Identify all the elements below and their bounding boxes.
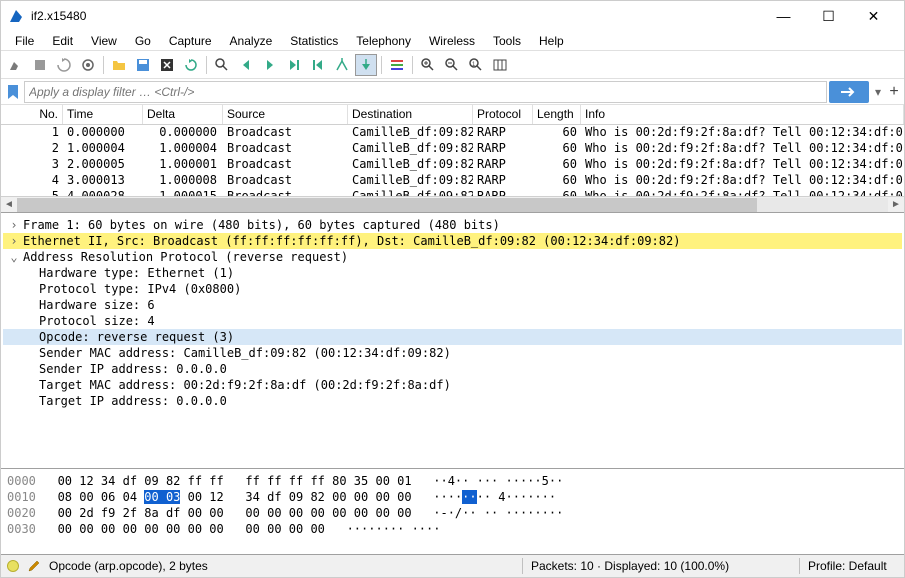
col-header-destination[interactable]: Destination (348, 105, 473, 124)
expert-info-icon[interactable] (7, 560, 19, 572)
apply-filter-button[interactable] (829, 81, 869, 103)
detail-field[interactable]: Target IP address: 0.0.0.0 (3, 393, 902, 409)
packet-list: No. Time Delta Source Destination Protoc… (1, 105, 904, 213)
goto-packet-icon[interactable] (283, 54, 305, 76)
menu-go[interactable]: Go (127, 32, 159, 50)
detail-field[interactable]: Sender MAC address: CamilleB_df:09:82 (0… (3, 345, 902, 361)
statusbar: Opcode (arp.opcode), 2 bytes Packets: 10… (1, 555, 904, 577)
expand-icon[interactable]: › (7, 217, 21, 233)
detail-arp[interactable]: ⌄Address Resolution Protocol (reverse re… (3, 249, 902, 265)
col-header-time[interactable]: Time (63, 105, 143, 124)
edit-icon[interactable] (27, 559, 41, 573)
titlebar: if2.x15480 — ☐ ✕ (1, 1, 904, 31)
save-file-icon[interactable] (132, 54, 154, 76)
stop-capture-icon[interactable] (29, 54, 51, 76)
app-icon (9, 8, 25, 24)
minimize-button[interactable]: — (761, 1, 806, 31)
status-packets: Packets: 10 · Displayed: 10 (100.0%) (531, 559, 791, 573)
prev-packet-icon[interactable] (235, 54, 257, 76)
status-field: Opcode (arp.opcode), 2 bytes (49, 559, 514, 573)
menu-wireless[interactable]: Wireless (421, 32, 483, 50)
menubar: File Edit View Go Capture Analyze Statis… (1, 31, 904, 51)
packet-details[interactable]: ›Frame 1: 60 bytes on wire (480 bits), 6… (1, 213, 904, 469)
menu-edit[interactable]: Edit (44, 32, 81, 50)
col-header-delta[interactable]: Delta (143, 105, 223, 124)
next-packet-icon[interactable] (259, 54, 281, 76)
col-header-length[interactable]: Length (533, 105, 581, 124)
close-file-icon[interactable] (156, 54, 178, 76)
menu-capture[interactable]: Capture (161, 32, 220, 50)
packet-row[interactable]: 43.0000131.000008BroadcastCamilleB_df:09… (1, 173, 904, 189)
restart-capture-icon[interactable] (53, 54, 75, 76)
menu-file[interactable]: File (7, 32, 42, 50)
detail-field[interactable]: Opcode: reverse request (3) (3, 329, 902, 345)
menu-help[interactable]: Help (531, 32, 572, 50)
zoom-reset-icon[interactable]: 1 (465, 54, 487, 76)
col-header-source[interactable]: Source (223, 105, 348, 124)
display-filter-input[interactable] (24, 81, 827, 103)
menu-view[interactable]: View (83, 32, 125, 50)
col-header-protocol[interactable]: Protocol (473, 105, 533, 124)
toolbar: 1 (1, 51, 904, 79)
packet-row[interactable]: 10.0000000.000000BroadcastCamilleB_df:09… (1, 125, 904, 141)
detail-field[interactable]: Hardware size: 6 (3, 297, 902, 313)
reload-icon[interactable] (180, 54, 202, 76)
window-title: if2.x15480 (31, 9, 761, 23)
detail-field[interactable]: Protocol type: IPv4 (0x0800) (3, 281, 902, 297)
autoscroll-icon[interactable] (355, 54, 377, 76)
detail-ethernet[interactable]: ›Ethernet II, Src: Broadcast (ff:ff:ff:f… (3, 233, 902, 249)
open-file-icon[interactable] (108, 54, 130, 76)
add-filter-button[interactable]: + (887, 81, 901, 103)
zoom-in-icon[interactable] (417, 54, 439, 76)
filter-bar: ▾ + (1, 79, 904, 105)
resize-columns-icon[interactable] (489, 54, 511, 76)
detail-frame[interactable]: ›Frame 1: 60 bytes on wire (480 bits), 6… (3, 217, 902, 233)
close-button[interactable]: ✕ (851, 1, 896, 31)
packet-row[interactable]: 54.0000281.000015BroadcastCamilleB_df:09… (1, 189, 904, 196)
detail-field[interactable]: Sender IP address: 0.0.0.0 (3, 361, 902, 377)
detail-field[interactable]: Hardware type: Ethernet (1) (3, 265, 902, 281)
filter-dropdown-icon[interactable]: ▾ (871, 81, 885, 103)
packet-row[interactable]: 21.0000041.000004BroadcastCamilleB_df:09… (1, 141, 904, 157)
status-profile[interactable]: Profile: Default (808, 559, 898, 573)
detail-field[interactable]: Protocol size: 4 (3, 313, 902, 329)
col-header-info[interactable]: Info (581, 105, 904, 124)
start-capture-icon[interactable] (5, 54, 27, 76)
zoom-out-icon[interactable] (441, 54, 463, 76)
menu-analyze[interactable]: Analyze (222, 32, 281, 50)
expand-icon[interactable]: › (7, 233, 21, 249)
bookmark-icon[interactable] (4, 83, 22, 101)
menu-tools[interactable]: Tools (485, 32, 529, 50)
col-header-no[interactable]: No. (1, 105, 63, 124)
detail-field[interactable]: Target MAC address: 00:2d:f9:2f:8a:df (0… (3, 377, 902, 393)
packet-row[interactable]: 32.0000051.000001BroadcastCamilleB_df:09… (1, 157, 904, 173)
hex-pane[interactable]: 0000 00 12 34 df 09 82 ff ff ff ff ff ff… (1, 469, 904, 555)
last-packet-icon[interactable] (331, 54, 353, 76)
horizontal-scrollbar[interactable]: ◄► (1, 196, 904, 212)
capture-options-icon[interactable] (77, 54, 99, 76)
menu-telephony[interactable]: Telephony (348, 32, 419, 50)
packet-list-header: No. Time Delta Source Destination Protoc… (1, 105, 904, 125)
find-icon[interactable] (211, 54, 233, 76)
first-packet-icon[interactable] (307, 54, 329, 76)
collapse-icon[interactable]: ⌄ (7, 249, 21, 265)
maximize-button[interactable]: ☐ (806, 1, 851, 31)
colorize-icon[interactable] (386, 54, 408, 76)
menu-statistics[interactable]: Statistics (282, 32, 346, 50)
